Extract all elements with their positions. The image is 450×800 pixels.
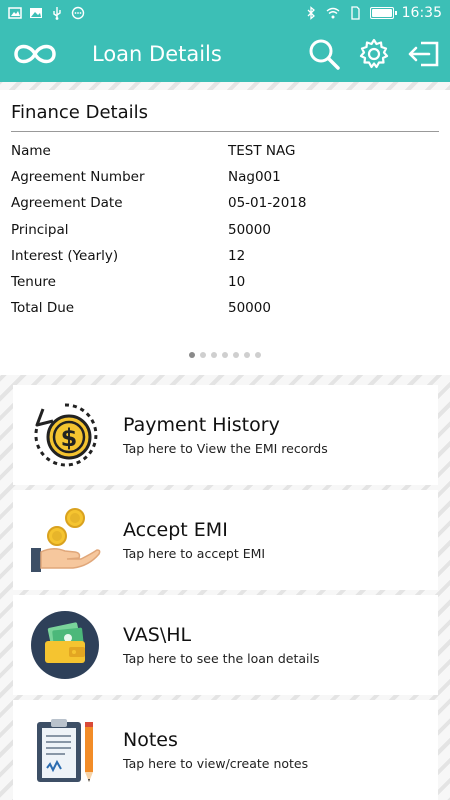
page-dot[interactable] bbox=[222, 352, 228, 358]
finance-row: Interest (Yearly) 12 bbox=[11, 243, 441, 269]
image-icon bbox=[8, 7, 22, 19]
menu-title: Accept EMI bbox=[123, 519, 228, 541]
usb-icon bbox=[53, 7, 61, 20]
notes-button[interactable]: Notes Tap here to view/create notes bbox=[13, 700, 438, 800]
finance-rows: Name TEST NAG Agreement Number Nag001 Agre… bbox=[11, 138, 441, 321]
search-icon bbox=[309, 39, 340, 70]
settings-button[interactable] bbox=[356, 36, 392, 72]
finance-row: Total Due 50000 bbox=[11, 295, 441, 321]
bluetooth-icon bbox=[307, 6, 315, 20]
logout-button[interactable] bbox=[406, 36, 442, 72]
page-indicator[interactable] bbox=[0, 352, 450, 358]
finance-label: Tenure bbox=[11, 274, 56, 291]
infinity-logo-icon[interactable] bbox=[8, 36, 62, 72]
finance-row: Tenure 10 bbox=[11, 269, 441, 295]
finance-value: Nag001 bbox=[228, 169, 281, 186]
dollar-coin-history-icon: $ bbox=[34, 403, 98, 467]
page-title: Loan Details bbox=[92, 42, 222, 66]
status-time: 16:35 bbox=[401, 5, 442, 21]
finance-label: Name bbox=[11, 143, 51, 160]
wallet-cash-icon bbox=[31, 611, 99, 679]
page-dot[interactable] bbox=[200, 352, 206, 358]
finance-label: Agreement Date bbox=[11, 195, 123, 212]
gallery-icon bbox=[30, 8, 42, 18]
finance-value: 10 bbox=[228, 274, 246, 291]
finance-value: 05-01-2018 bbox=[228, 195, 307, 212]
finance-value: TEST NAG bbox=[228, 143, 296, 160]
menu-title: Notes bbox=[123, 729, 178, 751]
finance-label: Total Due bbox=[11, 300, 75, 317]
status-bar: 16:35 bbox=[0, 0, 450, 26]
app-bar: Loan Details bbox=[0, 26, 450, 82]
finance-row: Agreement Date 05-01-2018 bbox=[11, 190, 441, 216]
finance-value: 50000 bbox=[228, 221, 271, 238]
menu-title: VAS\HL bbox=[123, 624, 192, 646]
notes-clipboard-icon bbox=[37, 719, 93, 782]
page-dot[interactable] bbox=[211, 352, 217, 358]
payment-history-button[interactable]: $ Payment History Tap here to View the E… bbox=[13, 385, 438, 485]
logout-icon bbox=[408, 41, 439, 67]
finance-label: Agreement Number bbox=[11, 169, 145, 186]
hand-coins-icon bbox=[31, 508, 101, 572]
finance-value: 12 bbox=[228, 247, 246, 264]
page-dot[interactable] bbox=[244, 352, 250, 358]
status-left-icons bbox=[8, 6, 85, 20]
settings-icon bbox=[359, 38, 389, 69]
menu-subtitle: Tap here to see the loan details bbox=[123, 651, 320, 666]
menu-subtitle: Tap here to view/create notes bbox=[123, 756, 309, 771]
finance-details-card[interactable]: Finance Details Name TEST NAG Agreement N… bbox=[0, 90, 450, 375]
finance-row: Agreement Number Nag001 bbox=[11, 164, 441, 190]
finance-row: Principal 50000 bbox=[11, 217, 441, 243]
finance-row: Name TEST NAG bbox=[11, 138, 441, 164]
sim-icon bbox=[350, 6, 360, 20]
search-button[interactable] bbox=[306, 36, 342, 72]
menu-subtitle: Tap here to View the EMI records bbox=[123, 441, 328, 456]
svg-text:$: $ bbox=[61, 424, 78, 452]
finance-value: 50000 bbox=[228, 300, 271, 317]
wifi-icon bbox=[326, 7, 340, 19]
status-right-icons: 16:35 bbox=[304, 5, 442, 21]
finance-label: Principal bbox=[11, 221, 69, 238]
message-icon bbox=[71, 6, 85, 20]
menu-title: Payment History bbox=[123, 414, 280, 436]
battery-icon bbox=[369, 7, 397, 19]
menu-subtitle: Tap here to accept EMI bbox=[123, 546, 266, 561]
accept-emi-button[interactable]: Accept EMI Tap here to accept EMI bbox=[13, 490, 438, 590]
page-dot[interactable] bbox=[189, 352, 195, 358]
page-dot[interactable] bbox=[233, 352, 239, 358]
page-dot[interactable] bbox=[255, 352, 261, 358]
finance-title: Finance Details bbox=[11, 102, 148, 123]
finance-label: Interest (Yearly) bbox=[11, 247, 119, 264]
vas-hl-button[interactable]: VAS\HL Tap here to see the loan details bbox=[13, 595, 438, 695]
divider bbox=[11, 131, 439, 132]
